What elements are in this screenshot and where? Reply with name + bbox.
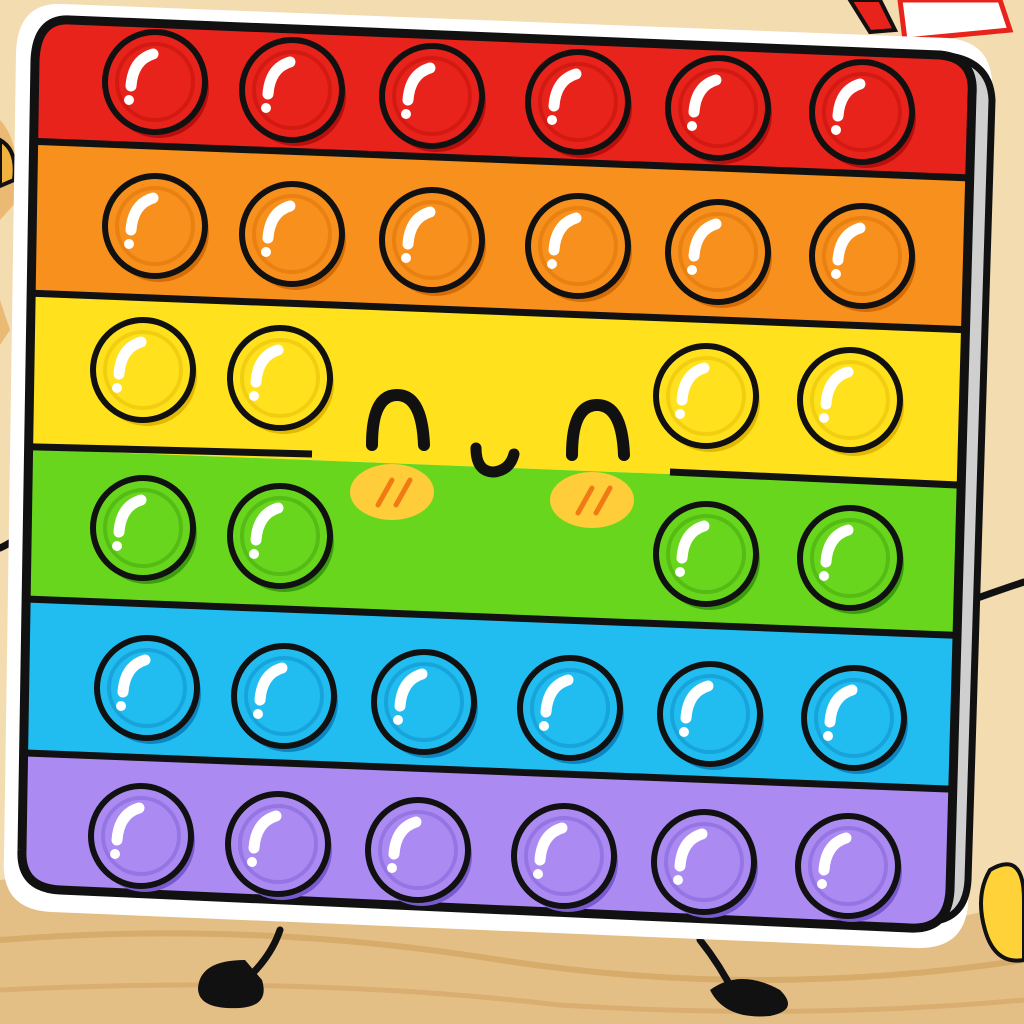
bubble-yellow-2[interactable] [227,325,334,434]
bubble-blue-4[interactable] [517,655,624,764]
bubble-orange-6[interactable] [809,203,916,312]
bubble-purple-4[interactable] [511,803,618,912]
bubble-orange-2[interactable] [239,181,346,290]
bubble-green-6[interactable] [797,505,904,614]
bubble-yellow-5[interactable] [653,343,760,452]
bubble-blue-6[interactable] [801,665,908,774]
bubble-red-4[interactable] [525,49,632,158]
bubble-red-6[interactable] [809,59,916,168]
bubble-red-3[interactable] [379,43,486,152]
bubble-blue-5[interactable] [657,661,764,770]
bubble-blue-1[interactable] [94,635,201,744]
bubble-orange-4[interactable] [525,193,632,302]
bubble-blue-3[interactable] [371,649,478,758]
bubble-orange-1[interactable] [102,173,209,282]
bubble-red-2[interactable] [239,37,346,146]
bubble-purple-3[interactable] [365,797,472,906]
bubble-blue-2[interactable] [231,643,338,752]
bubble-green-1[interactable] [90,475,197,584]
bubble-orange-3[interactable] [379,187,486,296]
bubble-yellow-1[interactable] [90,317,197,426]
bubble-orange-5[interactable] [665,199,772,308]
bubble-red-1[interactable] [102,29,209,138]
right-cheek [550,472,634,528]
left-cheek [350,464,434,520]
bubble-purple-2[interactable] [225,791,332,900]
bubble-green-2[interactable] [227,483,334,592]
bubble-green-5[interactable] [653,501,760,610]
bubble-purple-1[interactable] [88,783,195,892]
bubble-purple-6[interactable] [795,813,902,922]
bubble-red-5[interactable] [665,55,772,164]
game-scene [0,0,1024,1024]
bubble-purple-5[interactable] [651,809,758,918]
bubble-yellow-6[interactable] [797,347,904,456]
